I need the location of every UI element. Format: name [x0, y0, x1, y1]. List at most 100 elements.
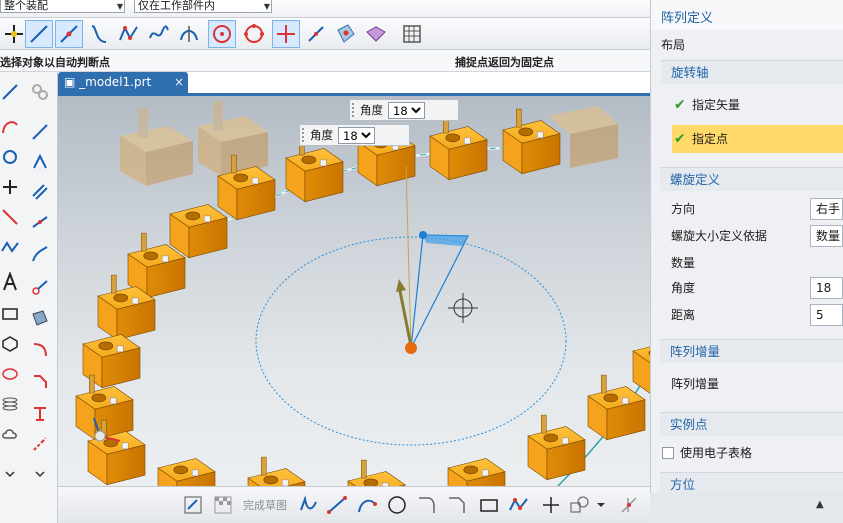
circle-tool-icon[interactable] [0, 147, 20, 167]
curve-circle-icon[interactable] [30, 277, 50, 297]
distance-input[interactable]: 5 [810, 304, 843, 326]
circle-points-icon[interactable] [240, 20, 268, 48]
face-point-icon[interactable] [332, 20, 360, 48]
arc-handle[interactable] [419, 231, 427, 239]
check-icon: ✔ [674, 131, 686, 147]
specify-vector-row[interactable]: ✔ 指定矢量 [672, 91, 843, 119]
angle-tool-icon[interactable] [30, 152, 50, 172]
specify-point-row[interactable]: ✔ 指定点 [672, 125, 843, 153]
arc-line-icon[interactable] [30, 244, 50, 264]
line-tool-icon[interactable] [0, 82, 20, 102]
text-tool-icon[interactable] [0, 271, 20, 292]
hint-select-object: 选择对象以自动判断点 [0, 56, 110, 69]
model-tab[interactable]: ▣ _model1.prt × [58, 72, 188, 93]
angle-input[interactable]: 18 [810, 277, 843, 299]
graphics-viewport[interactable]: 角度 18 角度 18 [58, 96, 650, 486]
fillet-icon[interactable] [30, 340, 50, 360]
angle-select-2[interactable]: 18 [338, 126, 375, 144]
type-filter-combo[interactable]: 整个装配 ▼ [0, 0, 125, 13]
slant-line-icon[interactable] [30, 122, 50, 142]
drag-grip[interactable] [352, 103, 356, 117]
finish-sketch-icon[interactable] [212, 494, 234, 516]
circle-center-icon[interactable] [208, 20, 236, 48]
spline-icon[interactable] [145, 20, 173, 48]
point-plus-icon[interactable] [540, 494, 562, 516]
sketch-toolbar [0, 18, 650, 50]
circle-icon-bottom[interactable] [386, 494, 408, 516]
trim-curve-icon[interactable] [618, 494, 640, 516]
pattern-block [447, 458, 506, 486]
more-icon-2[interactable] [30, 464, 50, 484]
pattern-block [169, 204, 228, 259]
tangent-line-icon[interactable] [30, 212, 50, 232]
plus-icon[interactable] [0, 177, 20, 197]
drag-grip[interactable] [302, 128, 306, 142]
fillet-icon-bottom[interactable] [416, 494, 438, 516]
size-basis-select[interactable]: 数量， [810, 225, 843, 247]
pattern-block [247, 456, 306, 486]
crosshair-point-icon[interactable] [272, 20, 300, 48]
plane-icon[interactable] [30, 308, 50, 328]
section-rotation-axis[interactable]: 旋转轴 [661, 60, 843, 84]
profile-icon[interactable] [298, 494, 320, 516]
finish-sketch-label[interactable]: 完成草图 [243, 497, 287, 513]
origin-point[interactable] [405, 342, 417, 354]
vector-arrow-head [396, 279, 406, 292]
check-icon: ✔ [674, 97, 686, 113]
use-spreadsheet-checkbox[interactable] [662, 447, 674, 459]
polygon-icon[interactable] [0, 334, 20, 354]
extend-icon[interactable] [30, 434, 50, 454]
arc-tangent-icon[interactable] [175, 20, 203, 48]
cloud-icon[interactable] [0, 424, 20, 444]
rectangle-icon[interactable] [0, 304, 20, 324]
offset-icon[interactable] [568, 494, 590, 516]
helix-icon[interactable] [0, 394, 20, 414]
chamfer-icon[interactable] [30, 372, 50, 392]
curve-icon[interactable] [85, 20, 113, 48]
chain-icon[interactable] [30, 82, 50, 102]
polyline-icon[interactable] [115, 20, 143, 48]
angle-input-popup-2: 角度 18 [299, 124, 410, 146]
direction-select[interactable]: 右手 [810, 198, 843, 220]
section-instance-point[interactable]: 实例点 [660, 412, 843, 436]
snap-point-icon[interactable] [0, 20, 28, 48]
angle-select-1[interactable]: 18 [388, 101, 425, 119]
tab-close-icon[interactable]: × [174, 72, 184, 93]
rectangle-icon-bottom[interactable] [478, 494, 500, 516]
corner-icon[interactable] [0, 207, 20, 227]
angle-input-popup-1: 角度 18 [349, 99, 459, 121]
ellipse-icon[interactable] [0, 364, 20, 384]
section-helix-definition[interactable]: 螺旋定义 [660, 167, 843, 191]
collapse-arrow-icon[interactable]: ▲ [816, 499, 824, 510]
offset-line-icon[interactable] [30, 182, 50, 202]
slash-line-icon[interactable] [302, 20, 330, 48]
use-spreadsheet-label: 使用电子表格 [680, 446, 753, 460]
dropdown-arrow-icon[interactable] [590, 494, 605, 516]
sketch-palette [0, 72, 58, 523]
scope-combo[interactable]: 仅在工作部件内 ▼ [134, 0, 272, 13]
layout-label: 布局 [661, 38, 686, 52]
angle-arc-fill [423, 235, 468, 246]
chamfer-icon-bottom[interactable] [446, 494, 468, 516]
arc-icon-bottom[interactable] [356, 494, 378, 516]
status-hint-bar: 选择对象以自动判断点 捕捉点返回为固定点 [0, 50, 650, 72]
line-icon-bottom[interactable] [326, 494, 348, 516]
grid-icon[interactable] [398, 20, 426, 48]
surface-point-icon[interactable] [362, 20, 390, 48]
line-endpoint-icon[interactable] [55, 20, 83, 48]
zigzag-icon[interactable] [0, 237, 20, 257]
line-icon[interactable] [25, 20, 53, 48]
pattern-block [285, 136, 344, 203]
sketch-icon[interactable] [182, 494, 204, 516]
pattern-block [587, 374, 646, 441]
section-pattern-increment[interactable]: 阵列增量 [660, 339, 843, 363]
trim-icon[interactable] [30, 404, 50, 424]
arc-tool-icon[interactable] [0, 117, 20, 137]
crosshair-cursor [448, 293, 478, 323]
more-icon[interactable] [0, 464, 20, 484]
part-icon: ▣ [64, 75, 80, 89]
polyline-icon-bottom[interactable] [508, 494, 530, 516]
panel-title: 阵列定义 [651, 0, 843, 30]
hint-snap-fixed: 捕捉点返回为固定点 [455, 56, 554, 69]
increment-label: 阵列增量 [671, 377, 720, 391]
